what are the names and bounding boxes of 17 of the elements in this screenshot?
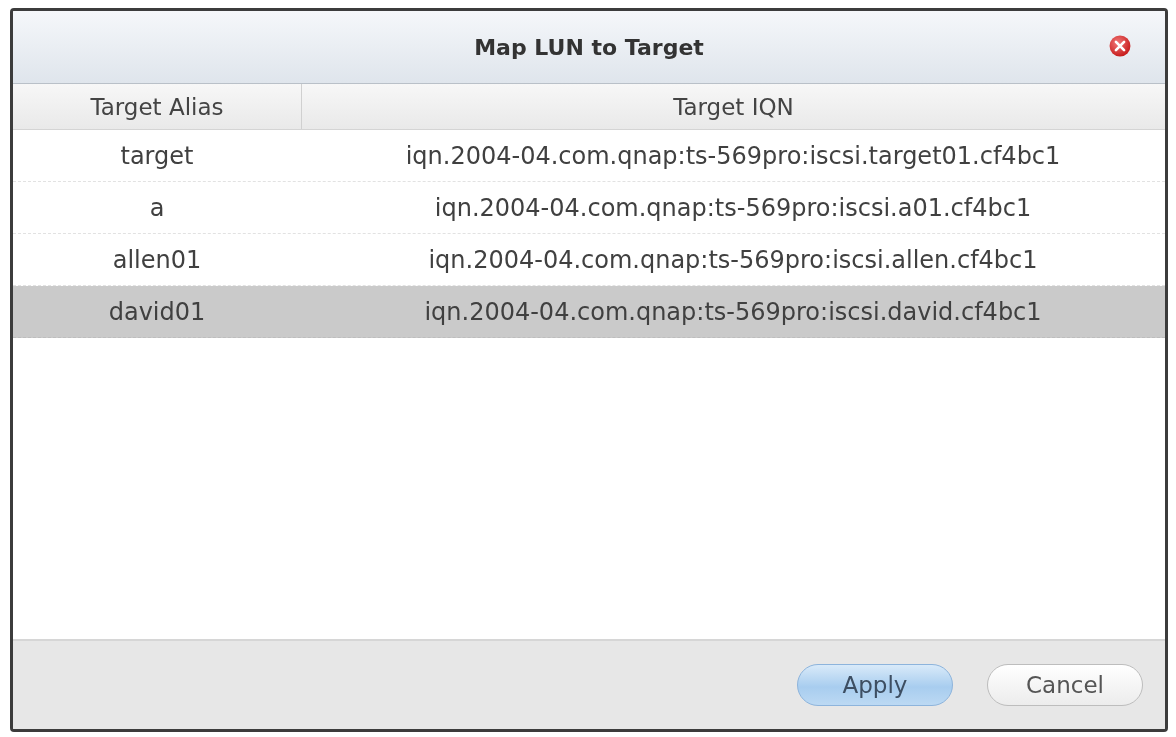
table-row[interactable]: target iqn.2004-04.com.qnap:ts-569pro:iscsi.target01.cf4bc1 <box>13 130 1165 182</box>
table-cell-text: iqn.2004-04.com.qnap:ts-569pro:iscsi.allen.cf4bc1 <box>427 245 1039 274</box>
table-cell-text: allen01 <box>111 245 203 274</box>
table-row[interactable]: david01 iqn.2004-04.com.qnap:ts-569pro:iscsi.david.cf4bc1 <box>13 286 1165 338</box>
table-cell-text: iqn.2004-04.com.qnap:ts-569pro:iscsi.david.cf4bc1 <box>423 297 1043 326</box>
close-icon[interactable] <box>1109 35 1131 57</box>
table-cell-text: iqn.2004-04.com.qnap:ts-569pro:iscsi.target01.cf4bc1 <box>404 141 1062 170</box>
window-title: Map LUN to Target <box>474 34 704 60</box>
table-cell-text: a <box>148 193 166 222</box>
column-header[interactable]: Target Alias <box>13 84 302 129</box>
column-header[interactable]: Target IQN <box>302 84 1165 129</box>
table-cell-text: target <box>119 141 195 170</box>
apply-button[interactable]: Apply <box>797 664 953 706</box>
table-cell-text: david01 <box>107 297 207 326</box>
table-cell-text: iqn.2004-04.com.qnap:ts-569pro:iscsi.a01.cf4bc1 <box>433 193 1033 222</box>
table-row[interactable]: a iqn.2004-04.com.qnap:ts-569pro:iscsi.a01.cf4bc1 <box>13 182 1165 234</box>
cancel-button[interactable]: Cancel <box>987 664 1143 706</box>
